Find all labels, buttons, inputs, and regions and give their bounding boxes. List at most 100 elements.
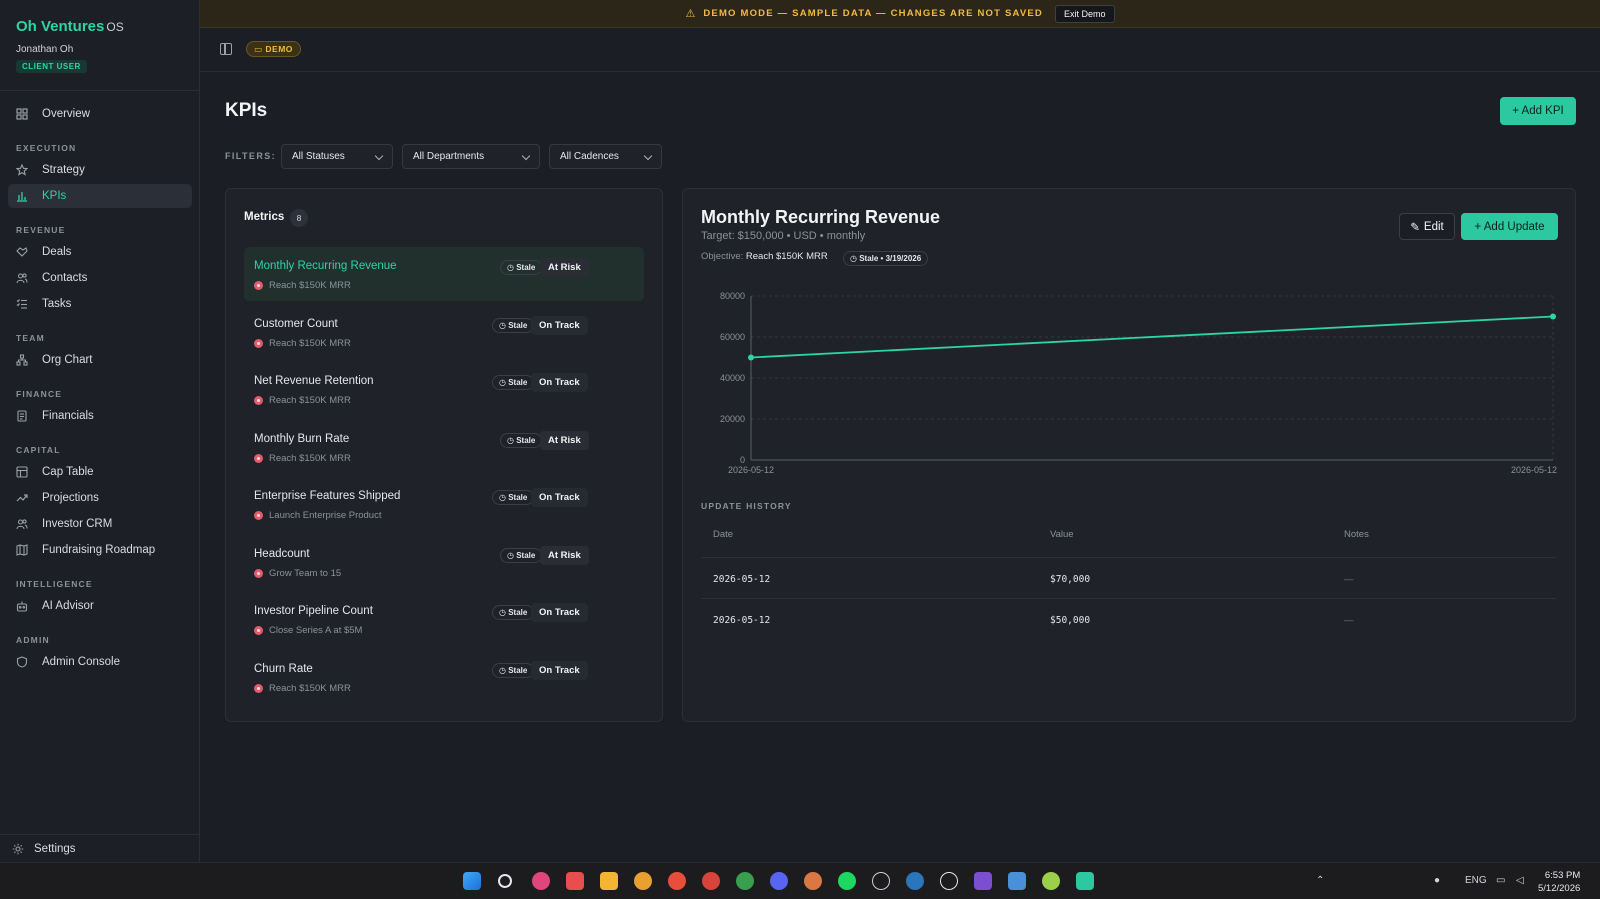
metrics-panel: Metrics 8 Monthly Recurring Revenue Reac… xyxy=(225,188,663,722)
volume-icon[interactable]: ◁ xyxy=(1516,875,1524,886)
section-intelligence: INTELLIGENCE xyxy=(16,579,93,589)
kpi-target: Target: $150,000 • USD • monthly xyxy=(701,230,866,242)
kpi-row[interactable]: Churn Rate Reach $150K MRR ◷ Stale On Tr… xyxy=(244,650,644,704)
app-icon[interactable] xyxy=(1042,872,1060,890)
kpi-row[interactable]: Customer Count Reach $150K MRR ◷ Stale O… xyxy=(244,305,644,359)
kpi-row[interactable]: Monthly Recurring Revenue Reach $150K MR… xyxy=(244,247,644,301)
col-header-notes: Notes xyxy=(1344,529,1369,540)
stale-badge: ◷ Stale xyxy=(500,260,543,275)
kpi-objective: Objective: Reach $150K MRR xyxy=(701,251,828,262)
kpi-row[interactable]: Net Revenue Retention Reach $150K MRR ◷ … xyxy=(244,362,644,416)
chevron-up-icon[interactable]: ⌃ xyxy=(1316,875,1324,886)
sidebar-item-admin-console[interactable]: Admin Console xyxy=(8,650,192,674)
edit-button[interactable]: ✎ Edit xyxy=(1399,213,1455,240)
col-header-value: Value xyxy=(1050,529,1074,540)
language-indicator[interactable]: ENG xyxy=(1465,875,1487,886)
windows-start-icon[interactable] xyxy=(463,872,481,890)
section-finance: FINANCE xyxy=(16,389,63,399)
stale-badge: ◷ Stale xyxy=(492,663,535,678)
claude-icon[interactable] xyxy=(804,872,822,890)
table-icon xyxy=(16,466,28,478)
section-execution: EXECUTION xyxy=(16,143,77,153)
sidebar-item-investor-crm[interactable]: Investor CRM xyxy=(8,512,192,536)
sidebar-item-deals[interactable]: Deals xyxy=(8,240,192,264)
department-filter-select[interactable]: All Departments xyxy=(402,144,540,169)
search-icon[interactable] xyxy=(498,874,512,888)
status-badge: On Track xyxy=(531,488,588,507)
cadence-filter-select[interactable]: All Cadences xyxy=(549,144,662,169)
grid-icon xyxy=(16,108,28,120)
chevron-down-icon xyxy=(521,151,531,161)
status-badge: On Track xyxy=(531,373,588,392)
kpi-row[interactable]: Investor Pipeline Count Close Series A a… xyxy=(244,592,644,646)
network-icon[interactable]: ▭ xyxy=(1496,875,1505,886)
x-tick-label: 2026-05-12 xyxy=(1511,465,1557,475)
add-update-button[interactable]: + Add Update xyxy=(1461,213,1558,240)
stale-badge: ◷ Stale xyxy=(492,318,535,333)
obs-icon[interactable] xyxy=(872,872,890,890)
col-header-date: Date xyxy=(713,529,734,540)
status-badge: On Track xyxy=(531,316,588,335)
table-row: 2026-05-12 $70,000 — xyxy=(701,557,1556,598)
demo-badge: ▭ DEMO xyxy=(246,41,301,57)
kpi-detail-panel: Monthly Recurring Revenue Target: $150,0… xyxy=(682,188,1576,722)
brand-logo[interactable]: Oh Ventures OS xyxy=(16,18,124,35)
pencil-icon: ✎ xyxy=(1410,221,1420,234)
steam-icon[interactable] xyxy=(906,872,924,890)
stale-badge: ◷ Stale xyxy=(492,605,535,620)
add-kpi-button[interactable]: + Add KPI xyxy=(1500,97,1576,125)
chrome-icon[interactable] xyxy=(736,872,754,890)
notepad-icon[interactable] xyxy=(1008,872,1026,890)
file-explorer-icon[interactable] xyxy=(600,872,618,890)
sidebar-item-kpis[interactable]: KPIs xyxy=(8,184,192,208)
microphone-icon[interactable]: ● xyxy=(1434,875,1440,886)
sidebar-toggle-icon[interactable] xyxy=(220,43,232,55)
page-title: KPIs xyxy=(225,100,268,121)
shield-icon xyxy=(16,656,28,668)
sidebar-item-contacts[interactable]: Contacts xyxy=(8,266,192,290)
sidebar-item-org-chart[interactable]: Org Chart xyxy=(8,348,192,372)
chatgpt-icon[interactable] xyxy=(940,872,958,890)
sidebar-item-overview[interactable]: Overview xyxy=(8,102,192,126)
star-icon xyxy=(16,164,28,176)
section-admin: ADMIN xyxy=(16,635,50,645)
kpi-row[interactable]: Monthly Burn Rate Reach $150K MRR ◷ Stal… xyxy=(244,420,644,474)
robot-icon xyxy=(16,600,28,612)
sidebar-item-ai-advisor[interactable]: AI Advisor xyxy=(8,594,192,618)
role-badge: CLIENT USER xyxy=(16,60,87,73)
kpi-row[interactable]: Headcount Grow Team to 15 ◷ Stale At Ris… xyxy=(244,535,644,589)
data-point xyxy=(748,354,754,361)
handshake-icon xyxy=(16,246,28,258)
status-filter-select[interactable]: All Statuses xyxy=(281,144,393,169)
kpi-row[interactable]: Enterprise Features Shipped Launch Enter… xyxy=(244,477,644,531)
app-icon[interactable] xyxy=(1076,872,1094,890)
stale-badge: ◷ Stale xyxy=(500,433,543,448)
slack-icon[interactable] xyxy=(532,872,550,890)
kpi-line-chart: 0 20000 40000 60000 80000 2026-05-12 2026-05-1… xyxy=(720,291,1557,475)
discord-icon[interactable] xyxy=(770,872,788,890)
list-check-icon xyxy=(16,298,28,310)
target-icon xyxy=(254,339,263,348)
exit-demo-button[interactable]: Exit Demo xyxy=(1055,4,1115,23)
chrome-icon[interactable] xyxy=(634,872,652,890)
system-clock[interactable]: 6:53 PM 5/12/2026 xyxy=(1538,869,1580,895)
app-icon[interactable] xyxy=(974,872,992,890)
sidebar-item-projections[interactable]: Projections xyxy=(8,486,192,510)
bar-chart-icon xyxy=(16,190,28,202)
sidebar-item-fundraising-roadmap[interactable]: Fundraising Roadmap xyxy=(8,538,192,562)
sidebar-nav: Overview EXECUTION Strategy KPIs REVENUE… xyxy=(0,96,200,676)
app-icon[interactable] xyxy=(566,872,584,890)
status-badge: At Risk xyxy=(540,431,589,450)
sidebar-item-tasks[interactable]: Tasks xyxy=(8,292,192,316)
sidebar-item-financials[interactable]: Financials xyxy=(8,404,192,428)
sidebar-item-strategy[interactable]: Strategy xyxy=(8,158,192,182)
chrome-icon[interactable] xyxy=(668,872,686,890)
chrome-icon[interactable] xyxy=(702,872,720,890)
target-icon xyxy=(254,684,263,693)
settings-button[interactable]: Settings xyxy=(12,843,76,855)
sidebar-item-cap-table[interactable]: Cap Table xyxy=(8,460,192,484)
status-badge: At Risk xyxy=(540,258,589,277)
stale-badge: ◷ Stale xyxy=(492,375,535,390)
spotify-icon[interactable] xyxy=(838,872,856,890)
status-badge: At Risk xyxy=(540,546,589,565)
